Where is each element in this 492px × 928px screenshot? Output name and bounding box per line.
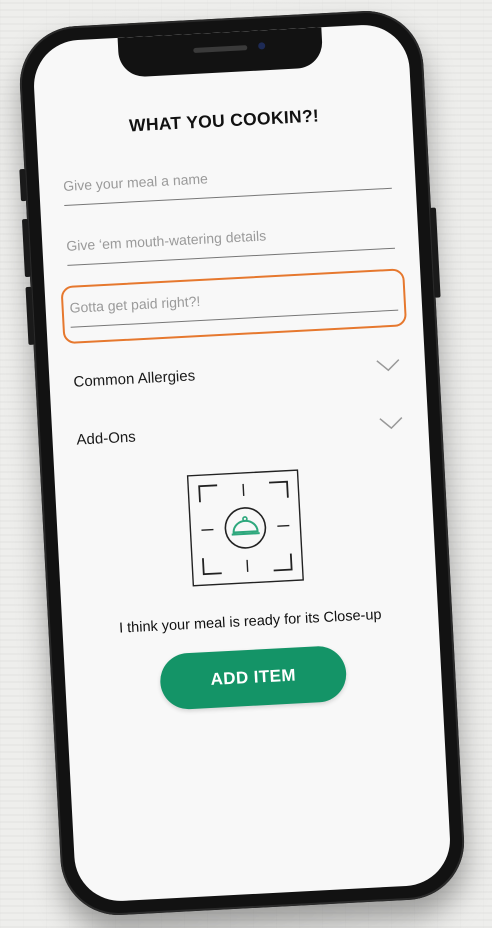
chevron-down-icon <box>379 417 403 430</box>
screen-content: WHAT YOU COOKIN?! Common Allergies Add-O… <box>32 23 453 903</box>
page-title: WHAT YOU COOKIN?! <box>128 105 320 136</box>
side-button-right <box>429 207 441 298</box>
photo-caption: I think your meal is ready for its Close… <box>118 606 382 637</box>
chevron-down-icon <box>376 359 400 372</box>
cloche-icon <box>231 516 260 536</box>
addons-label: Add-Ons <box>76 428 137 449</box>
add-item-button[interactable]: ADD ITEM <box>158 644 348 711</box>
front-camera-icon <box>258 42 266 50</box>
speaker-grille <box>193 45 248 53</box>
meal-name-field <box>62 153 392 206</box>
meal-details-field <box>65 213 395 266</box>
side-button-left <box>21 218 31 278</box>
allergies-dropdown[interactable]: Common Allergies <box>73 350 402 397</box>
side-button-left <box>25 286 35 346</box>
addons-dropdown[interactable]: Add-Ons <box>76 407 405 454</box>
allergies-label: Common Allergies <box>73 366 196 391</box>
photo-upload-area[interactable] <box>186 469 305 587</box>
meal-details-input[interactable] <box>65 213 395 261</box>
camera-frame-icon <box>186 469 304 587</box>
side-button-left <box>19 168 27 202</box>
phone-screen: WHAT YOU COOKIN?! Common Allergies Add-O… <box>31 22 453 904</box>
phone-frame: WHAT YOU COOKIN?! Common Allergies Add-O… <box>16 8 468 918</box>
meal-name-input[interactable] <box>62 153 392 201</box>
